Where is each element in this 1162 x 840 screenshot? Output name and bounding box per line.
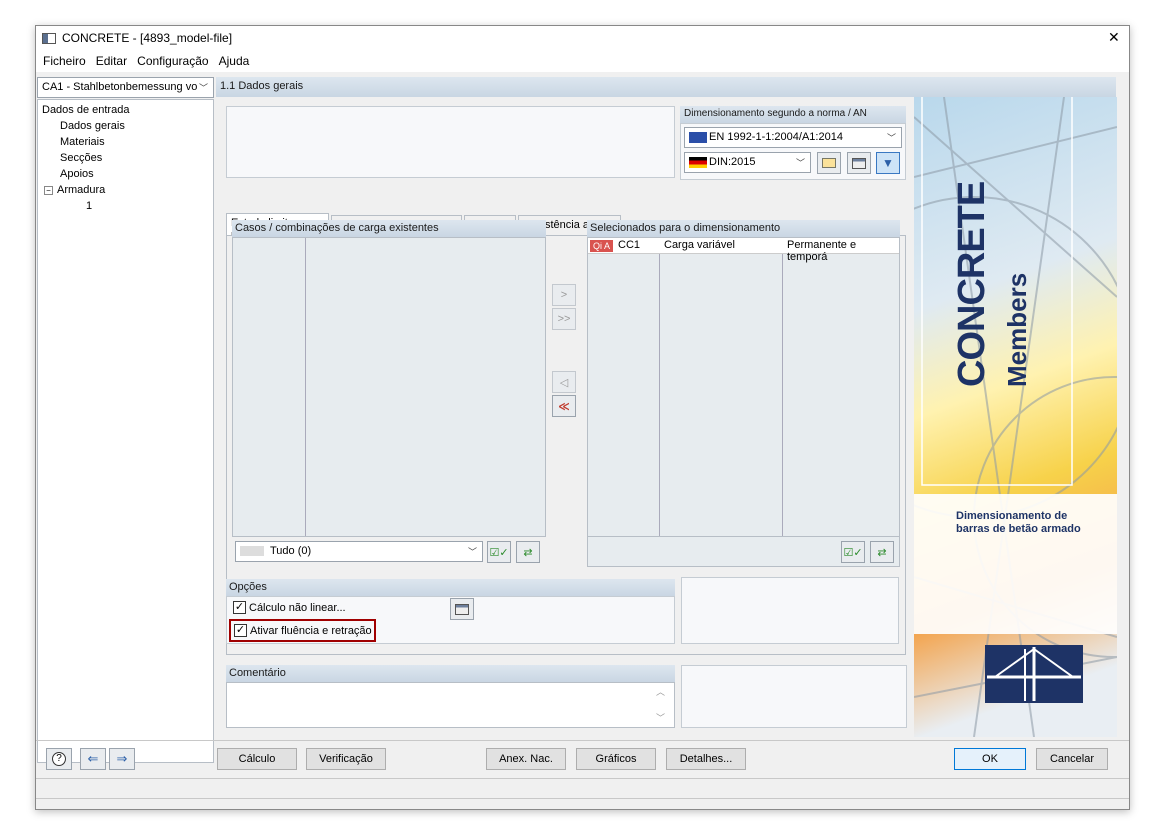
check-all-icon: ☑✓ bbox=[489, 546, 509, 559]
toggle-selection-button[interactable]: ⇄ bbox=[870, 541, 894, 563]
standard-select[interactable]: EN 1992-1-1:2004/A1:2014 ﹀ bbox=[684, 127, 902, 148]
brand-word-concrete: CONCRETE bbox=[951, 181, 993, 387]
menu-help[interactable]: Ajuda bbox=[219, 54, 250, 68]
new-annex-button[interactable] bbox=[817, 152, 841, 174]
toggle-selection-button[interactable]: ⇄ bbox=[516, 541, 540, 563]
filter-button[interactable]: ▼ bbox=[876, 152, 900, 174]
calculation-button[interactable]: Cálculo bbox=[217, 748, 297, 770]
add-all-button[interactable]: >> bbox=[552, 308, 576, 330]
menu-settings[interactable]: Configuração bbox=[137, 54, 208, 68]
select-all-button[interactable]: ☑✓ bbox=[841, 541, 865, 563]
app-icon bbox=[42, 33, 56, 44]
ok-button[interactable]: OK bbox=[954, 748, 1026, 770]
panel-title: 1.1 Dados gerais bbox=[216, 77, 1116, 97]
color-swatch bbox=[240, 546, 264, 557]
national-annex-button[interactable]: Anex. Nac. bbox=[486, 748, 566, 770]
application-window: CONCRETE - [4893_model-file] ✕ Ficheiro … bbox=[35, 25, 1130, 810]
tree-item-reinforcement[interactable]: − Armadura bbox=[42, 182, 209, 198]
comment-header: Comentário bbox=[226, 665, 675, 682]
remove-button[interactable]: ◁ bbox=[552, 371, 576, 393]
load-badge: Qi A bbox=[590, 240, 614, 252]
dlubal-logo bbox=[985, 645, 1083, 703]
import-icon: ⇐ bbox=[87, 751, 99, 766]
tree-item-general[interactable]: Dados gerais bbox=[42, 118, 209, 134]
norm-header: Dimensionamento segundo a norma / AN bbox=[680, 106, 906, 123]
chevron-down-icon: ﹀ bbox=[467, 547, 477, 557]
brand-caption: Dimensionamento de barras de betão armad… bbox=[914, 494, 1117, 634]
details-button[interactable]: Detalhes... bbox=[666, 748, 746, 770]
brand-caption-line2: barras de betão armado bbox=[956, 523, 1081, 535]
collapse-icon[interactable]: − bbox=[44, 186, 53, 195]
nonlinear-settings-button[interactable] bbox=[450, 598, 474, 620]
help-button[interactable]: ? bbox=[46, 748, 72, 770]
chevron-down-icon: ﹀ bbox=[198, 83, 208, 93]
options-side-box bbox=[681, 577, 899, 644]
import-button[interactable]: ⇐ bbox=[80, 748, 106, 770]
table-row[interactable]: Qi A CC1 Carga variável Permanente e tem… bbox=[588, 238, 899, 263]
german-flag-icon bbox=[689, 156, 707, 168]
new-folder-icon bbox=[822, 158, 836, 168]
check-all-icon: ☑✓ bbox=[843, 546, 863, 559]
filter-select[interactable]: Tudo (0) ﹀ bbox=[235, 541, 483, 562]
menu-bar: Ficheiro Editar Configuração Ajuda bbox=[36, 50, 1129, 72]
verification-button[interactable]: Verificação bbox=[306, 748, 386, 770]
list-divider bbox=[305, 238, 306, 536]
window-title: CONCRETE - [4893_model-file] bbox=[62, 31, 233, 45]
edit-annex-button[interactable] bbox=[847, 152, 871, 174]
swap-selection-icon: ⇄ bbox=[523, 546, 533, 559]
menu-file[interactable]: Ficheiro bbox=[43, 54, 86, 68]
case-duration: Permanente e temporá bbox=[787, 239, 857, 263]
case-select[interactable]: CA1 - Stahlbetonbemessung vo ﹀ bbox=[37, 77, 214, 98]
brand-panel: CONCRETE Members Dimensionamento de barr… bbox=[914, 97, 1117, 737]
comment-input[interactable] bbox=[226, 682, 675, 728]
annex-select[interactable]: DIN:2015 ﹀ bbox=[684, 152, 811, 173]
status-bar bbox=[36, 778, 1129, 799]
chevron-down-icon: ﹀ bbox=[886, 133, 896, 143]
scroll-down-icon[interactable]: ﹀ bbox=[656, 711, 665, 724]
creep-option[interactable]: ✓ Ativar fluência e retração bbox=[229, 619, 376, 642]
title-bar: CONCRETE - [4893_model-file] ✕ bbox=[36, 26, 1129, 50]
options-header: Opções bbox=[226, 579, 675, 596]
tree-root[interactable]: Dados de entrada bbox=[42, 102, 209, 118]
brand-word-members: Members bbox=[1002, 272, 1032, 387]
tree-item-sections[interactable]: Secções bbox=[42, 150, 209, 166]
eu-flag-icon bbox=[689, 131, 707, 143]
list-divider bbox=[782, 238, 783, 536]
selected-cases-header: Selecionados para o dimensionamento bbox=[587, 220, 900, 237]
chevron-down-icon: ﹀ bbox=[795, 158, 805, 168]
comment-side-box bbox=[681, 665, 907, 728]
export-button[interactable]: ⇒ bbox=[109, 748, 135, 770]
selected-cases-list: Qi A CC1 Carga variável Permanente e tem… bbox=[587, 237, 900, 537]
list-divider bbox=[659, 238, 660, 536]
brand-caption-line1: Dimensionamento de bbox=[956, 510, 1068, 522]
edit-dialog-icon bbox=[455, 603, 469, 615]
description-area bbox=[226, 106, 675, 178]
case-id: CC1 bbox=[618, 239, 641, 251]
filter-icon: ▼ bbox=[882, 156, 894, 170]
select-all-button[interactable]: ☑✓ bbox=[487, 541, 511, 563]
remove-all-button[interactable]: ≪ bbox=[552, 395, 576, 417]
close-icon[interactable]: ✕ bbox=[1108, 29, 1120, 46]
add-button[interactable]: > bbox=[552, 284, 576, 306]
creep-checkbox[interactable]: ✓ bbox=[234, 624, 247, 637]
graphics-button[interactable]: Gráficos bbox=[576, 748, 656, 770]
structure-illustration bbox=[914, 97, 1117, 737]
export-icon: ⇒ bbox=[116, 751, 128, 766]
edit-dialog-icon bbox=[852, 157, 866, 169]
case-type: Carga variável bbox=[664, 239, 735, 251]
tree-item-supports[interactable]: Apoios bbox=[42, 166, 209, 182]
help-icon: ? bbox=[52, 752, 66, 766]
swap-selection-icon: ⇄ bbox=[877, 546, 887, 559]
cancel-button[interactable]: Cancelar bbox=[1036, 748, 1108, 770]
nonlinear-checkbox[interactable]: ✓ bbox=[233, 601, 246, 614]
navigator-tree: Dados de entrada Dados gerais Materiais … bbox=[37, 99, 214, 763]
scroll-up-icon[interactable]: ︿ bbox=[656, 685, 665, 698]
tree-item-materials[interactable]: Materiais bbox=[42, 134, 209, 150]
tree-item-reinforcement-1[interactable]: 1 bbox=[42, 198, 209, 214]
existing-cases-header: Casos / combinações de carga existentes bbox=[232, 220, 546, 237]
menu-edit[interactable]: Editar bbox=[96, 54, 127, 68]
bottom-divider bbox=[36, 740, 1129, 741]
nonlinear-option[interactable]: ✓ Cálculo não linear... bbox=[233, 601, 346, 614]
existing-cases-list bbox=[232, 237, 546, 537]
